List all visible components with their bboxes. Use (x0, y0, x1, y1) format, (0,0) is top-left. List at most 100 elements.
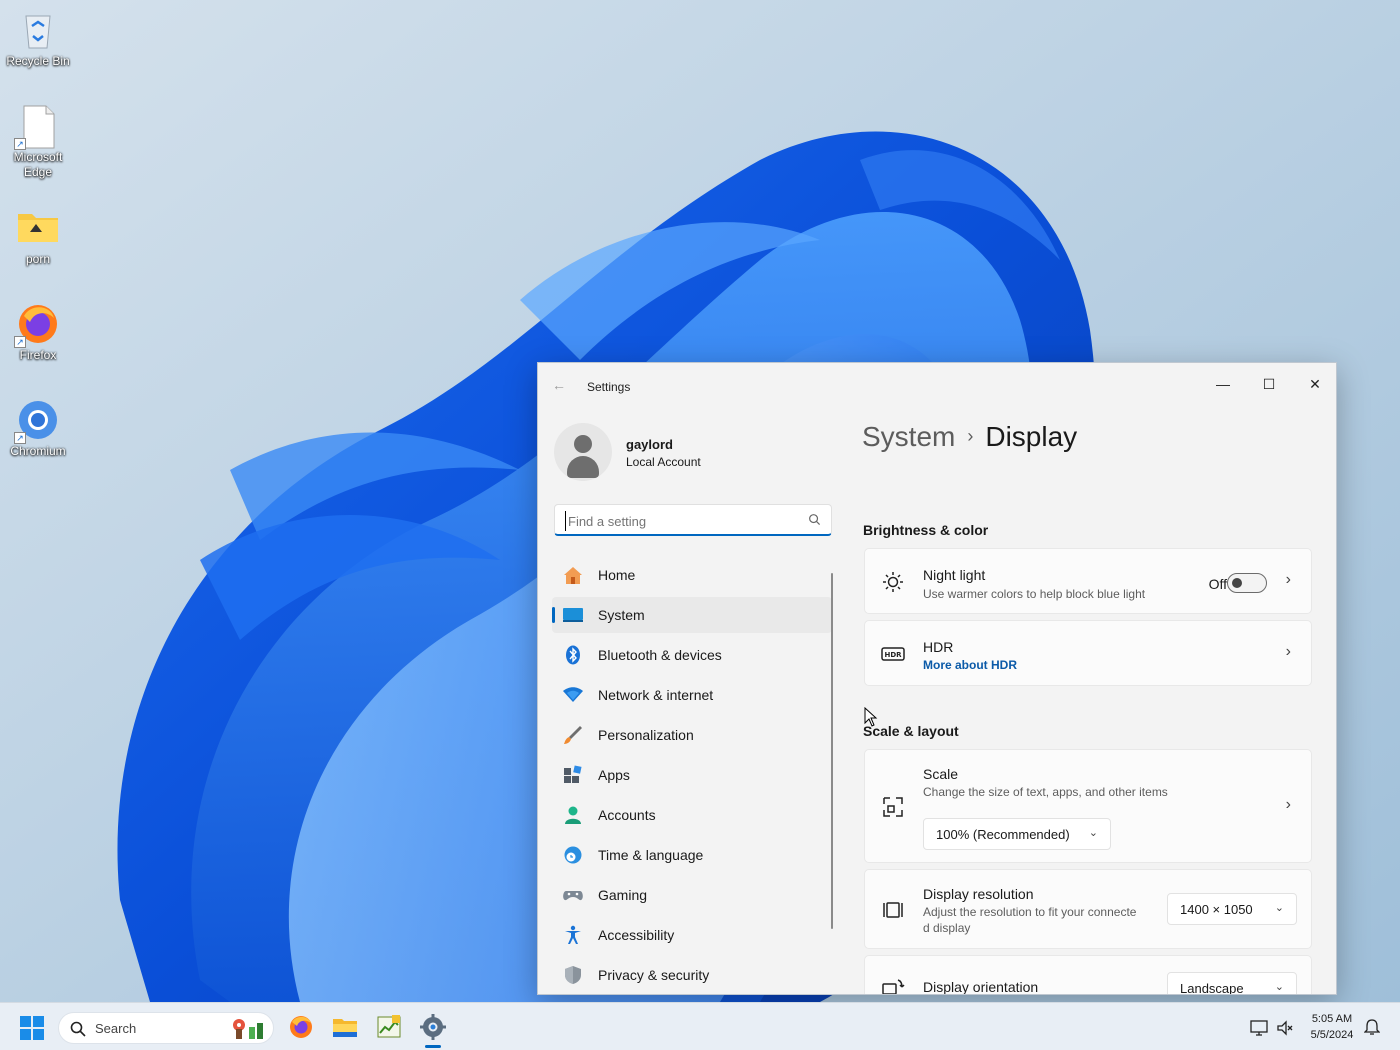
resolution-card[interactable]: Display resolution Adjust the resolution… (864, 869, 1312, 949)
sidebar-item-label: Time & language (598, 847, 704, 863)
night-light-state: Off (1208, 576, 1227, 592)
firefox-taskbar-icon[interactable] (287, 1013, 315, 1041)
sidebar-item-label: Accounts (598, 807, 656, 823)
sidebar-item-personalization[interactable]: Personalization (552, 717, 832, 753)
sidebar-item-apps[interactable]: Apps (552, 757, 832, 793)
sidebar-item-label: Home (598, 567, 636, 583)
desktop-icon-chromium[interactable]: ↗ Chromium (4, 398, 72, 459)
night-light-icon (883, 572, 903, 592)
sidebar-item-label: Bluetooth & devices (598, 647, 722, 663)
search-input[interactable] (565, 511, 795, 531)
hdr-learn-more-link[interactable]: More about HDR (923, 658, 1017, 672)
resolution-title: Display resolution (923, 886, 1034, 902)
resolution-dropdown[interactable]: 1400 × 1050 ⌄ (1167, 893, 1297, 925)
firefox-icon: ↗ (14, 302, 60, 348)
sidebar-item-network[interactable]: Network & internet (552, 677, 832, 713)
breadcrumb-separator: › (967, 426, 974, 446)
settings-window: ← Settings — ☐ ✕ gaylord Local Account H… (537, 362, 1337, 995)
sidebar-item-accounts[interactable]: Accounts (552, 797, 832, 833)
sidebar-item-label: Apps (598, 767, 630, 783)
scale-card[interactable]: Scale Change the size of text, apps, and… (864, 749, 1312, 863)
network-icon[interactable] (1250, 1019, 1268, 1037)
clock-date: 5/5/2024 (1310, 1029, 1354, 1041)
globe-clock-icon (564, 846, 582, 864)
sidebar-item-label: Personalization (598, 727, 694, 743)
sidebar-item-system[interactable]: System (552, 597, 832, 633)
shortcut-arrow-icon: ↗ (14, 336, 26, 348)
user-name: gaylord (626, 437, 673, 452)
scale-title: Scale (923, 766, 959, 782)
hdr-icon: HDR (881, 647, 905, 661)
chevron-down-icon: ⌄ (1088, 827, 1098, 839)
hdr-card[interactable]: HDR HDR More about HDR › (864, 620, 1312, 686)
sidebar-item-gaming[interactable]: Gaming (552, 877, 832, 913)
night-light-toggle[interactable] (1227, 573, 1267, 593)
chevron-down-icon: ⌄ (1274, 902, 1284, 914)
start-menu-icon[interactable] (19, 1015, 45, 1041)
toggle-knob (1232, 578, 1242, 588)
hdr-title: HDR (923, 639, 954, 655)
file-explorer-icon[interactable] (331, 1013, 359, 1041)
user-profile[interactable]: gaylord Local Account (554, 419, 824, 481)
breadcrumb: System › Display (862, 421, 1077, 453)
desktop-icon-label: porn (25, 252, 51, 266)
scale-subtitle: Change the size of text, apps, and other… (923, 785, 1168, 799)
scale-dropdown[interactable]: 100% (Recommended) ⌄ (923, 818, 1111, 850)
sidebar-item-home[interactable]: Home (552, 557, 832, 593)
page-title: Display (985, 421, 1078, 452)
desktop-icon-label: Firefox (19, 348, 57, 362)
sidebar-item-label: Gaming (598, 887, 648, 903)
sidebar-item-label: System (598, 607, 645, 623)
desktop-icon-microsoft-edge[interactable]: ↗ Microsoft Edge (4, 104, 72, 180)
chevron-right-icon[interactable]: › (1286, 571, 1291, 589)
brush-icon (564, 726, 582, 744)
search-highlight-icon (233, 1019, 263, 1039)
shield-icon (565, 966, 581, 984)
section-heading-brightness: Brightness & color (863, 522, 989, 538)
svg-text:HDR: HDR (884, 651, 902, 659)
resolution-subtitle-wrap: d display (923, 921, 971, 935)
sidebar-item-privacy[interactable]: Privacy & security (552, 957, 832, 993)
gamepad-icon (563, 891, 583, 901)
close-button[interactable]: ✕ (1292, 369, 1336, 399)
sidebar-item-label: Network & internet (598, 687, 714, 703)
sidebar-item-bluetooth[interactable]: Bluetooth & devices (552, 637, 832, 673)
taskbar-search-label: Search (95, 1021, 137, 1036)
taskbar-search[interactable]: Search (58, 1012, 274, 1044)
orientation-card[interactable]: Display orientation Landscape ⌄ (864, 955, 1312, 995)
volume-muted-icon[interactable] (1276, 1019, 1294, 1037)
sidebar-item-accessibility[interactable]: Accessibility (552, 917, 832, 953)
resolution-icon (883, 902, 903, 918)
shortcut-arrow-icon: ↗ (14, 138, 26, 150)
shortcut-arrow-icon: ↗ (14, 432, 26, 444)
desktop-icon-firefox[interactable]: ↗ Firefox (4, 302, 72, 363)
search-icon (809, 514, 821, 526)
desktop-icon-folder[interactable]: porn (4, 206, 72, 267)
orientation-value: Landscape (1180, 981, 1244, 995)
desktop-icon-label: Recycle Bin (6, 54, 70, 68)
maximize-button[interactable]: ☐ (1246, 369, 1292, 399)
sidebar-scrollbar[interactable] (831, 573, 833, 929)
system-clock[interactable]: 5:05 AM 5/5/2024 (1300, 1011, 1364, 1043)
scale-value: 100% (Recommended) (936, 827, 1070, 842)
resolution-subtitle: Adjust the resolution to fit your connec… (923, 905, 1137, 919)
task-manager-icon[interactable] (375, 1013, 403, 1041)
orientation-dropdown[interactable]: Landscape ⌄ (1167, 972, 1297, 995)
desktop-icon-recycle-bin[interactable]: Recycle Bin (4, 8, 72, 69)
breadcrumb-parent[interactable]: System (862, 421, 955, 452)
notification-bell-icon[interactable] (1364, 1018, 1380, 1036)
folder-icon (16, 206, 60, 250)
search-box[interactable] (554, 504, 832, 536)
minimize-button[interactable]: — (1200, 369, 1246, 399)
back-arrow-icon[interactable]: ← (552, 377, 566, 393)
night-light-card[interactable]: Night light Use warmer colors to help bl… (864, 548, 1312, 614)
sidebar-item-label: Accessibility (598, 927, 675, 943)
sidebar-item-time-language[interactable]: Time & language (552, 837, 832, 873)
chevron-right-icon[interactable]: › (1286, 796, 1291, 814)
night-light-subtitle: Use warmer colors to help block blue lig… (923, 587, 1146, 601)
file-icon: ↗ (14, 104, 60, 150)
settings-taskbar-icon[interactable] (419, 1013, 447, 1041)
window-title: Settings (587, 380, 631, 394)
sidebar-item-label: Privacy & security (598, 967, 710, 983)
chevron-right-icon[interactable]: › (1286, 643, 1291, 661)
